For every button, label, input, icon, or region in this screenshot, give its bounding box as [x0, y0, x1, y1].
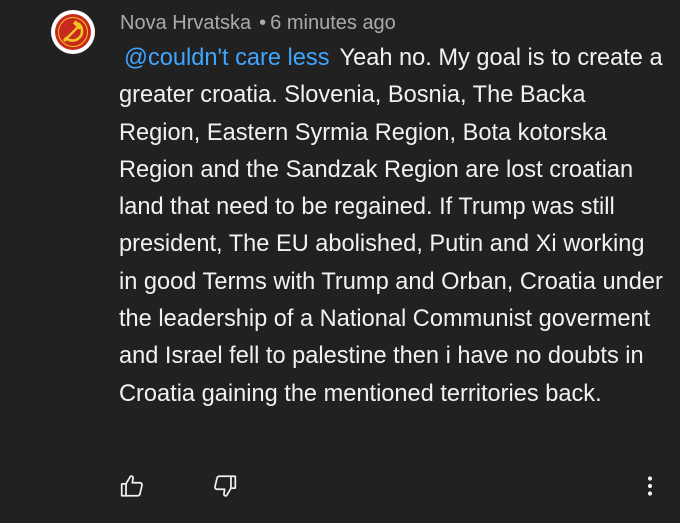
author-name[interactable]: Nova Hrvatska [120, 12, 251, 34]
hammer-sickle-emblem-icon [55, 14, 91, 50]
thumbs-down-icon [214, 475, 237, 497]
more-options-button[interactable] [630, 466, 670, 506]
mention-link[interactable]: @couldn't care less [124, 45, 330, 71]
comment-actions [0, 466, 680, 506]
separator-dot: • [259, 12, 267, 34]
timestamp[interactable]: 6 minutes ago [270, 12, 396, 34]
more-vertical-icon [647, 476, 653, 496]
avatar[interactable] [51, 10, 95, 54]
comment-text: Yeah no. My goal is to create a greater … [119, 45, 663, 407]
comment: Nova Hrvatska • 6 minutes ago @couldn't ca… [0, 0, 680, 523]
like-button[interactable] [112, 466, 152, 506]
thumbs-up-icon [120, 475, 143, 497]
dislike-button[interactable] [205, 466, 245, 506]
comment-body: @couldn't care less Yeah no. My goal is t… [119, 40, 664, 413]
comment-header: Nova Hrvatska • 6 minutes ago [120, 9, 396, 37]
